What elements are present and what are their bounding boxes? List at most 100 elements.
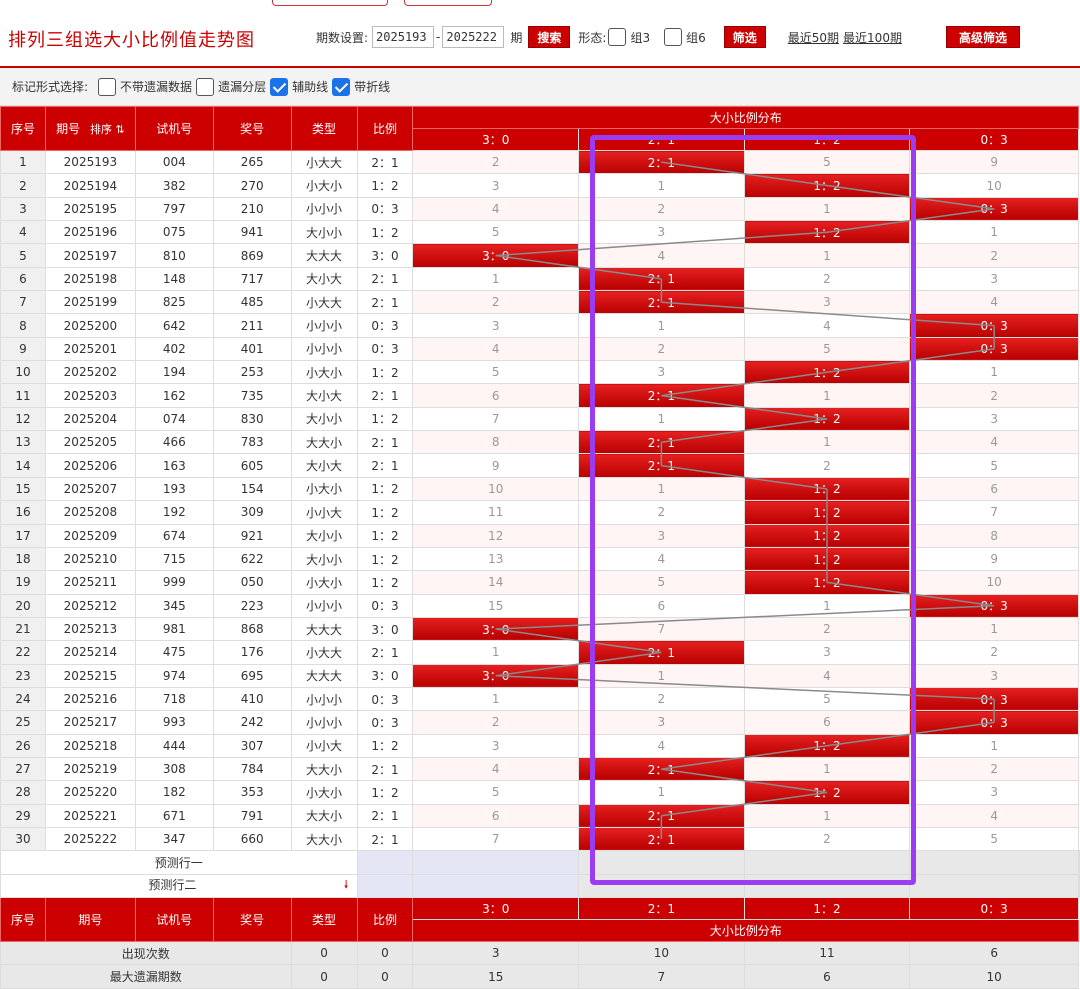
predict-type-cell[interactable] bbox=[356, 850, 414, 875]
row-ratio: 1：2 bbox=[356, 523, 414, 548]
row-type: 大大大 bbox=[290, 663, 358, 688]
row-type: 大小大 bbox=[290, 383, 358, 408]
dist-miss-cell: 11 bbox=[412, 500, 580, 525]
row-type: 小大大 bbox=[290, 290, 358, 315]
dist-hit-cell: 3：0 bbox=[412, 243, 580, 268]
dist-miss-cell: 3 bbox=[578, 710, 745, 735]
row-ratio: 2：1 bbox=[356, 756, 414, 782]
dist-miss-cell: 3 bbox=[578, 360, 745, 385]
row-test: 402 bbox=[134, 336, 214, 362]
row-period: 2025203 bbox=[44, 383, 136, 408]
table-row: 19 2025211 999 050 小大小 1：2 14 5 1：2 10 bbox=[0, 570, 1080, 595]
dist-hit-cell: 2：1 bbox=[578, 290, 745, 315]
row-type: 大小大 bbox=[290, 266, 358, 292]
table-row: 8 2025200 642 211 小小小 0：3 3 1 4 0：3 bbox=[0, 313, 1080, 338]
row-idx: 25 bbox=[0, 710, 46, 735]
predict-type-cell[interactable] bbox=[356, 873, 414, 899]
dist-miss-cell: 5 bbox=[412, 780, 580, 805]
marker-checkbox-layered[interactable] bbox=[196, 77, 215, 96]
col-header-period[interactable]: 期号 排序 ⇅ bbox=[44, 106, 136, 151]
row-period: 2025201 bbox=[44, 336, 136, 362]
row-ratio: 1：2 bbox=[356, 500, 414, 525]
dist-miss-cell: 3 bbox=[412, 173, 580, 198]
col-header-test: 试机号 bbox=[134, 897, 214, 942]
row-period: 2025213 bbox=[44, 616, 136, 642]
down-arrow-icon[interactable]: 🠗 bbox=[344, 876, 349, 895]
predict-dist-cell[interactable] bbox=[909, 850, 1079, 875]
row-prize: 695 bbox=[212, 663, 292, 688]
predict-dist-cell[interactable] bbox=[909, 873, 1079, 899]
row-test: 671 bbox=[134, 803, 214, 828]
row-idx: 27 bbox=[0, 756, 46, 782]
row-period: 2025200 bbox=[44, 313, 136, 338]
row-idx: 1 bbox=[0, 149, 46, 175]
dist-miss-cell: 5 bbox=[909, 826, 1079, 852]
predict-dist-cell[interactable] bbox=[1078, 873, 1080, 899]
row-idx: 5 bbox=[0, 243, 46, 268]
row-test: 182 bbox=[134, 780, 214, 805]
row-test: 075 bbox=[134, 220, 214, 245]
row-prize: 868 bbox=[212, 616, 292, 642]
predict-dist-cell[interactable] bbox=[578, 850, 745, 875]
row-test: 162 bbox=[134, 383, 214, 408]
row-ratio: 0：3 bbox=[356, 593, 414, 618]
predict-ratio-cell[interactable] bbox=[412, 873, 580, 899]
row-ratio: 2：1 bbox=[356, 383, 414, 408]
filter-button[interactable]: 筛选 bbox=[723, 26, 766, 48]
row-test: 382 bbox=[134, 173, 214, 198]
dist-hit-cell: 0：3 bbox=[909, 686, 1079, 712]
dist-miss-cell: 4 bbox=[412, 336, 580, 362]
marker-checkbox-polyline[interactable] bbox=[332, 77, 351, 96]
row-type: 大大小 bbox=[290, 803, 358, 828]
row-period: 2025222 bbox=[44, 826, 136, 852]
tab-ghost-1[interactable] bbox=[272, 0, 388, 6]
col-header-period: 期号 bbox=[44, 897, 136, 942]
predict-dist-cell[interactable] bbox=[1078, 850, 1080, 875]
row-test: 466 bbox=[134, 430, 214, 455]
advanced-filter-button[interactable]: 高级筛选 bbox=[945, 26, 1020, 48]
stat-dist-cell: 3 bbox=[412, 940, 580, 966]
dist-miss-cell: 4 bbox=[743, 663, 911, 688]
predict-dist-cell[interactable] bbox=[743, 850, 911, 875]
dist-header: 3：0 bbox=[412, 128, 580, 151]
recent100-link[interactable]: 最近100期 bbox=[843, 29, 902, 46]
tab-ghost-2[interactable] bbox=[404, 0, 492, 6]
predict-row[interactable]: 预测行一 bbox=[0, 850, 1080, 875]
dist-miss-cell: 6 bbox=[412, 803, 580, 828]
predict-row[interactable]: 预测行二 🠗 bbox=[0, 873, 1080, 899]
recent50-link[interactable]: 最近50期 bbox=[788, 29, 839, 46]
dist-miss-cell: 9 bbox=[909, 149, 1079, 175]
sort-toggle[interactable]: 排序 ⇅ bbox=[90, 123, 125, 136]
marker-checkbox-no-missing[interactable] bbox=[98, 77, 117, 96]
row-test: 642 bbox=[134, 313, 214, 338]
period-from-input[interactable] bbox=[372, 26, 435, 48]
table-row: 12 2025204 074 830 大小小 1：2 7 1 1：2 3 bbox=[0, 406, 1080, 432]
col-header-idx: 序号 bbox=[0, 106, 46, 151]
marker-checkbox-guide-line[interactable] bbox=[270, 77, 289, 96]
row-period: 2025199 bbox=[44, 290, 136, 315]
predict-dist-cell[interactable] bbox=[578, 873, 745, 899]
stat-type: 0 bbox=[290, 964, 358, 989]
form-label: 形态: bbox=[578, 30, 607, 45]
period-to-input[interactable] bbox=[442, 26, 505, 48]
row-prize: 265 bbox=[212, 149, 292, 175]
dist-hit-cell: 1：2 bbox=[743, 360, 911, 385]
dist-miss-cell: 4 bbox=[743, 313, 911, 338]
dist-miss-cell: 4 bbox=[909, 290, 1079, 315]
group6-checkbox[interactable] bbox=[664, 28, 683, 46]
row-idx: 6 bbox=[0, 266, 46, 292]
search-button[interactable]: 搜索 bbox=[528, 26, 571, 48]
predict-ratio-cell[interactable] bbox=[412, 850, 580, 875]
group3-checkbox[interactable] bbox=[608, 28, 627, 46]
row-prize: 660 bbox=[212, 826, 292, 852]
row-prize: 050 bbox=[212, 570, 292, 595]
dist-miss-cell: 1 bbox=[412, 640, 580, 665]
row-type: 小小小 bbox=[290, 196, 358, 222]
dist-hit-cell: 0：3 bbox=[909, 593, 1079, 618]
row-idx: 2 bbox=[0, 173, 46, 198]
predict-dist-cell[interactable] bbox=[743, 873, 911, 899]
dist-header: 3：0 bbox=[412, 897, 580, 920]
dist-miss-cell: 2 bbox=[578, 336, 745, 362]
row-type: 大大小 bbox=[290, 756, 358, 782]
row-type: 小小小 bbox=[290, 336, 358, 362]
